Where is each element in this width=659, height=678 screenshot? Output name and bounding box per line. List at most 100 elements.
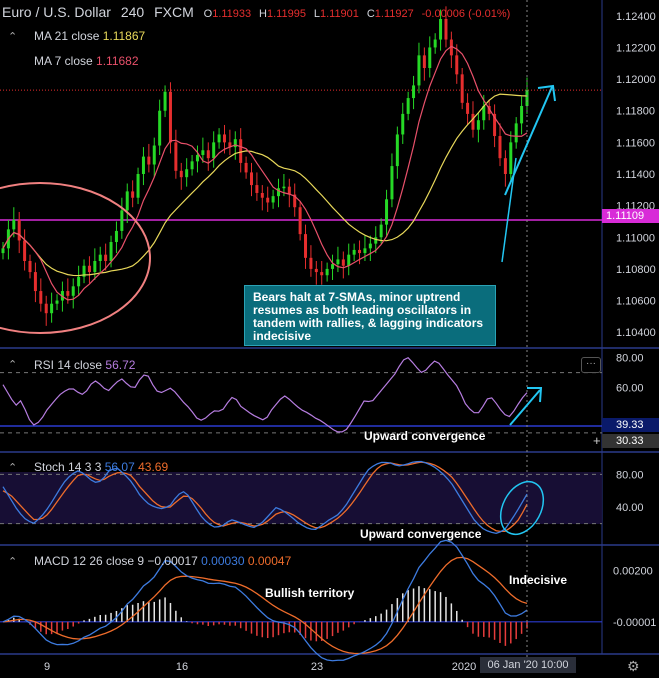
- candle-body: [163, 91, 167, 111]
- candle-body: [222, 134, 226, 143]
- time-tick-label: 9: [44, 661, 50, 673]
- open-value: 1.11933: [212, 8, 252, 20]
- candle-body: [309, 257, 313, 269]
- rsi-badge-1: 39.33: [602, 418, 659, 432]
- ma7-legend[interactable]: MA 7 close 1.11682: [34, 54, 139, 68]
- candle-body: [12, 219, 16, 230]
- candle-body: [503, 158, 507, 174]
- candle-body: [363, 248, 367, 254]
- candle-body: [422, 55, 426, 69]
- candle-body: [33, 272, 37, 292]
- candle-body: [249, 172, 253, 186]
- candle-body: [255, 185, 259, 193]
- candle-body: [406, 98, 410, 114]
- candle-body: [498, 136, 502, 159]
- price-tick-label: 1.12000: [616, 74, 656, 86]
- candle-body: [260, 192, 264, 198]
- candle-body: [152, 145, 156, 165]
- macd-legend[interactable]: MACD 12 26 close 9 −0.00017 0.00030 0.00…: [34, 554, 291, 568]
- macd-tick-label: 0.00200: [613, 566, 653, 578]
- time-tick-label: 16: [176, 661, 188, 673]
- price-tick-label: 1.11000: [616, 232, 655, 244]
- analysis-callout: Bears halt at 7-SMAs, minor uptrend resu…: [244, 285, 496, 346]
- candle-body: [341, 259, 345, 266]
- data-source: FXCM: [154, 4, 194, 20]
- candle-body: [520, 105, 524, 124]
- macd-note-bullish: Bullish territory: [265, 586, 355, 600]
- candle-body: [44, 303, 48, 314]
- candle-body: [390, 166, 394, 200]
- stoch-note: Upward convergence: [360, 527, 482, 541]
- candle-body: [125, 191, 129, 211]
- add-level-icon[interactable]: +: [593, 433, 601, 448]
- stoch-legend[interactable]: Stoch 14 3 3 56.07 43.69: [34, 460, 168, 474]
- candle-body: [71, 286, 75, 296]
- candle-body: [428, 47, 432, 69]
- candle-body: [168, 91, 172, 143]
- rsi-chevron-icon[interactable]: ⌃: [8, 358, 17, 371]
- candle-body: [336, 259, 340, 265]
- stoch-chevron-icon[interactable]: ⌃: [8, 461, 17, 474]
- candle-body: [444, 18, 448, 40]
- candle-body: [412, 85, 416, 99]
- candle-body: [358, 249, 362, 254]
- candle-body: [374, 237, 378, 244]
- candle-body: [460, 74, 464, 103]
- rsi-badge-2: 30.33: [602, 434, 659, 448]
- macd-chevron-icon[interactable]: ⌃: [8, 555, 17, 568]
- price-tick-label: 1.11400: [616, 169, 655, 181]
- candle-body: [185, 169, 189, 178]
- price-tick-label: 1.12200: [616, 42, 656, 54]
- more-options-icon[interactable]: ···: [581, 357, 601, 373]
- candle-body: [77, 276, 81, 287]
- candle-body: [379, 224, 383, 238]
- candle-body: [395, 134, 399, 167]
- candle-body: [66, 291, 70, 296]
- candle-body: [104, 254, 108, 261]
- candle-body: [120, 210, 124, 231]
- candle-body: [87, 265, 91, 273]
- chart-header: Euro / U.S. Dollar 240 FXCM O1.11933 H1.…: [2, 4, 511, 20]
- candle-body: [39, 291, 43, 304]
- candle-body: [439, 18, 443, 40]
- symbol-name[interactable]: Euro / U.S. Dollar: [2, 4, 111, 20]
- candle-body: [433, 39, 437, 48]
- candle-body: [55, 300, 59, 304]
- candle-body: [217, 134, 221, 143]
- time-tick-label: 23: [311, 661, 323, 673]
- price-tick-label: 1.10600: [616, 296, 656, 308]
- candle-body: [17, 219, 21, 241]
- candle-body: [314, 268, 318, 273]
- collapse-chevron-icon[interactable]: ⌃: [8, 30, 17, 43]
- interval[interactable]: 240: [121, 4, 144, 20]
- candle-body: [385, 199, 389, 225]
- candle-body: [244, 162, 248, 173]
- candle-body: [331, 264, 335, 269]
- rsi-tick-label: 80.00: [616, 353, 644, 365]
- stoch-tick-label: 40.00: [616, 502, 644, 514]
- current-price-badge: 1.11109: [602, 209, 659, 223]
- candle-body: [50, 303, 54, 314]
- candle-body: [131, 191, 135, 198]
- rsi-note: Upward convergence: [364, 429, 486, 443]
- macd-note-indecisive: Indecisive: [509, 573, 567, 587]
- settings-gear-icon[interactable]: ⚙: [627, 658, 640, 675]
- macd-tick-label: -0.00001: [613, 617, 656, 629]
- candle-body: [282, 186, 286, 189]
- low-value: 1.11901: [319, 8, 359, 20]
- rsi-legend[interactable]: RSI 14 close 56.72: [34, 358, 135, 372]
- candle-body: [466, 102, 470, 114]
- candle-body: [195, 155, 199, 162]
- candle-body: [266, 197, 270, 203]
- candle-body: [23, 240, 27, 261]
- candle-body: [147, 156, 151, 165]
- candle-body: [298, 207, 302, 235]
- candle-body: [352, 249, 356, 255]
- ma7-line: [2, 45, 528, 301]
- candle-body: [509, 142, 513, 174]
- stoch-tick-label: 80.00: [616, 469, 644, 481]
- candle-body: [1, 248, 5, 254]
- ma21-legend[interactable]: MA 21 close 1.11867: [34, 29, 145, 43]
- candle-body: [174, 142, 178, 171]
- candle-body: [325, 268, 329, 276]
